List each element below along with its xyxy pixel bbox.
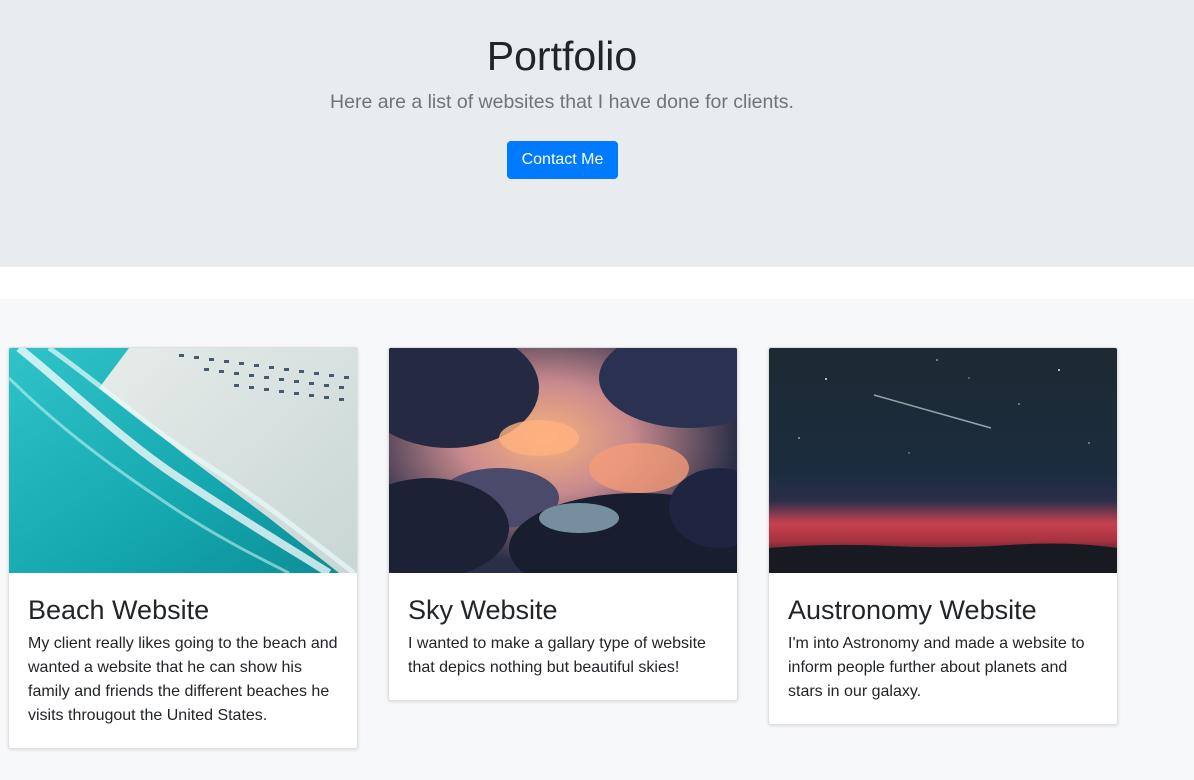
portfolio-album: Beach Website My client really likes goi…: [0, 299, 1194, 780]
card-sky: Sky Website I wanted to make a gallary t…: [388, 347, 738, 701]
contact-me-button[interactable]: Contact Me: [507, 141, 618, 179]
hero-subtitle: Here are a list of websites that I have …: [330, 91, 794, 113]
sky-image: [389, 348, 737, 573]
card-beach: Beach Website My client really likes goi…: [8, 347, 358, 749]
page-title: Portfolio: [486, 33, 638, 79]
card-title: Sky Website: [408, 595, 558, 625]
card-title: Beach Website: [28, 595, 210, 625]
hero-section: Portfolio Here are a list of websites th…: [0, 0, 1194, 267]
card-text: My client really likes going to the beac…: [28, 635, 338, 724]
card-text: I wanted to make a gallary type of websi…: [408, 635, 706, 676]
card-body: Beach Website My client really likes goi…: [9, 573, 357, 748]
card-astronomy: Austronomy Website I'm into Astronomy an…: [768, 347, 1118, 725]
card-body: Sky Website I wanted to make a gallary t…: [389, 573, 737, 700]
card-text: I'm into Astronomy and made a website to…: [788, 635, 1085, 700]
night-sky-image: [769, 348, 1117, 573]
beach-image: [9, 348, 357, 573]
card-title: Austronomy Website: [788, 595, 1037, 625]
card-body: Austronomy Website I'm into Astronomy an…: [769, 573, 1117, 724]
